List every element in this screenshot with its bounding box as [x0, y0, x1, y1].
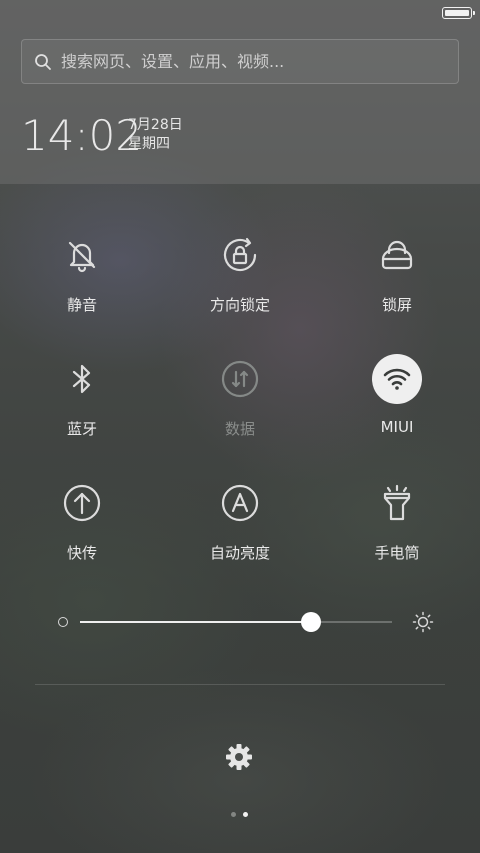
page-indicator — [231, 812, 248, 817]
rotation-lock-icon — [215, 230, 265, 280]
tile-label: 静音 — [66, 296, 97, 314]
tile-label: 数据 — [224, 420, 255, 438]
upload-arrow-icon — [57, 478, 107, 528]
bell-off-icon — [57, 230, 107, 280]
tile-wifi[interactable]: MIUI — [317, 354, 477, 464]
bluetooth-icon — [57, 354, 107, 404]
slider-fill — [80, 621, 311, 623]
tile-flashlight[interactable]: 手电筒 — [317, 478, 477, 588]
mobile-data-icon — [215, 354, 265, 404]
auto-brightness-icon — [215, 478, 265, 528]
tile-rotation-lock[interactable]: 方向锁定 — [160, 230, 320, 340]
tile-label: 锁屏 — [381, 296, 412, 314]
slider-track[interactable] — [80, 612, 392, 632]
brightness-slider[interactable] — [58, 608, 434, 634]
date-text: 7月28日 — [128, 117, 183, 133]
clock-date: 7月28日 星期四 — [128, 116, 183, 154]
page-dot — [231, 812, 236, 817]
divider — [35, 684, 445, 685]
lock-icon — [372, 230, 422, 280]
tile-label: 方向锁定 — [209, 296, 270, 314]
brightness-low-icon — [58, 617, 68, 627]
battery-icon — [442, 7, 475, 19]
search-input[interactable] — [61, 52, 451, 71]
weekday-text: 星期四 — [128, 136, 170, 152]
search-icon — [35, 53, 51, 70]
search-bar[interactable] — [21, 39, 459, 84]
tile-label: 手电筒 — [374, 544, 420, 562]
tile-mobile-data[interactable]: 数据 — [160, 354, 320, 464]
brightness-high-icon — [412, 611, 434, 633]
tile-quick-transfer[interactable]: 快传 — [2, 478, 162, 588]
clock-time: 14:02 — [21, 111, 143, 160]
tile-label: MIUI — [380, 418, 414, 436]
tile-auto-brightness[interactable]: 自动亮度 — [160, 478, 320, 588]
gear-icon[interactable] — [223, 741, 255, 773]
wifi-icon — [372, 354, 422, 404]
tile-mute[interactable]: 静音 — [2, 230, 162, 340]
page-dot-active — [243, 812, 248, 817]
flashlight-icon — [372, 478, 422, 528]
tile-label: 蓝牙 — [66, 420, 97, 438]
slider-thumb[interactable] — [300, 612, 321, 632]
tile-lock-screen[interactable]: 锁屏 — [317, 230, 477, 340]
tile-label: 快传 — [66, 544, 97, 562]
tile-label: 自动亮度 — [209, 544, 270, 562]
tile-bluetooth[interactable]: 蓝牙 — [2, 354, 162, 464]
